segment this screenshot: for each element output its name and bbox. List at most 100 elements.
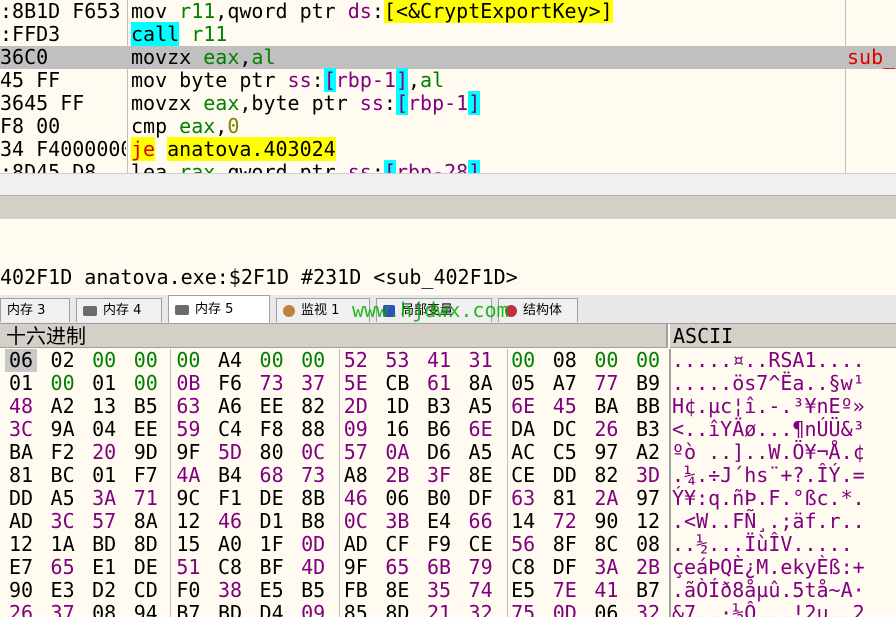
hex-byte[interactable]: 01 xyxy=(88,372,120,395)
tab-memory-view[interactable]: 内存 3 xyxy=(0,298,70,322)
hex-byte[interactable]: 3A xyxy=(590,556,622,579)
hex-byte[interactable]: 12 xyxy=(5,533,37,556)
hex-byte[interactable]: 09 xyxy=(340,418,372,441)
hex-byte[interactable]: 00 xyxy=(297,349,329,372)
hex-byte[interactable]: 26 xyxy=(5,602,37,617)
hex-byte[interactable]: 46 xyxy=(340,487,372,510)
hex-byte[interactable]: 53 xyxy=(381,349,413,372)
hex-byte[interactable]: F7 xyxy=(130,464,162,487)
hex-byte[interactable]: D4 xyxy=(256,602,288,617)
disassembly-row[interactable]: F8 00 cmp eax,0 xyxy=(0,115,896,138)
hex-byte[interactable]: BA xyxy=(5,441,37,464)
hex-byte[interactable]: 7E xyxy=(549,579,581,602)
hex-byte[interactable]: BF xyxy=(256,556,288,579)
hex-byte[interactable]: 8F xyxy=(549,533,581,556)
hex-byte[interactable]: 9C xyxy=(172,487,204,510)
hex-byte[interactable]: B3 xyxy=(632,418,664,441)
hex-byte[interactable]: 65 xyxy=(381,556,413,579)
hex-byte[interactable]: 73 xyxy=(297,464,329,487)
hex-byte[interactable]: 00 xyxy=(88,349,120,372)
hex-byte[interactable]: BD xyxy=(88,533,120,556)
hex-byte[interactable]: 52 xyxy=(340,349,372,372)
hex-byte[interactable]: B0 xyxy=(423,487,455,510)
hex-byte[interactable]: A0 xyxy=(214,533,246,556)
hex-byte[interactable]: 45 xyxy=(549,395,581,418)
hex-byte[interactable]: BD xyxy=(214,602,246,617)
hex-byte[interactable]: 85 xyxy=(340,602,372,617)
hex-byte[interactable]: AD xyxy=(340,533,372,556)
hex-byte[interactable]: C8 xyxy=(214,556,246,579)
hex-byte[interactable]: E7 xyxy=(5,556,37,579)
hex-byte[interactable]: E4 xyxy=(423,510,455,533)
hex-byte[interactable]: 38 xyxy=(214,579,246,602)
tab-active-memory-view[interactable]: 内存 5 xyxy=(168,295,270,323)
hex-byte[interactable]: 20 xyxy=(88,441,120,464)
hex-byte[interactable]: B3 xyxy=(423,395,455,418)
hex-byte[interactable]: 0A xyxy=(381,441,413,464)
hex-byte[interactable]: 63 xyxy=(172,395,204,418)
hex-byte[interactable]: 35 xyxy=(423,579,455,602)
hex-byte[interactable]: 80 xyxy=(256,441,288,464)
hex-byte[interactable]: 0D xyxy=(297,533,329,556)
hex-byte[interactable]: 0D xyxy=(549,602,581,617)
hex-byte[interactable]: 05 xyxy=(507,372,539,395)
disassembly-row[interactable]: :FFD3 call r11 xyxy=(0,22,896,46)
hex-byte[interactable]: 0B xyxy=(172,372,204,395)
hex-byte[interactable]: 9F xyxy=(340,556,372,579)
disassembly-row[interactable]: 34 F4000000 je anatova.403024 xyxy=(0,137,896,161)
hex-byte[interactable]: F9 xyxy=(423,533,455,556)
hex-byte[interactable]: 5E xyxy=(340,372,372,395)
hex-byte[interactable]: 15 xyxy=(172,533,204,556)
hex-byte[interactable]: 00 xyxy=(256,349,288,372)
hex-byte[interactable]: 94 xyxy=(130,602,162,617)
hex-byte[interactable]: DD xyxy=(5,487,37,510)
hex-byte[interactable]: 66 xyxy=(465,510,497,533)
hex-byte[interactable]: A2 xyxy=(47,395,79,418)
hex-byte[interactable]: 8D xyxy=(381,602,413,617)
hex-byte[interactable]: 00 xyxy=(47,372,79,395)
hex-byte[interactable]: 63 xyxy=(507,487,539,510)
disassembly-row[interactable]: 45 FF mov byte ptr ss:[rbp-1],al xyxy=(0,68,896,92)
hex-byte[interactable]: B9 xyxy=(632,372,664,395)
hex-byte[interactable]: 8B xyxy=(297,487,329,510)
hex-byte[interactable]: B7 xyxy=(172,602,204,617)
hex-byte[interactable]: CB xyxy=(381,372,413,395)
hex-byte[interactable]: 06 xyxy=(5,349,37,372)
hex-byte[interactable]: F8 xyxy=(256,418,288,441)
hex-byte[interactable]: 2B xyxy=(632,556,664,579)
disassembly-row[interactable]: :8D45 D8 lea rax,qword ptr ss:[rbp-28] xyxy=(0,160,896,173)
hex-byte[interactable]: 5D xyxy=(214,441,246,464)
hex-byte[interactable]: 04 xyxy=(88,418,120,441)
hex-byte[interactable]: 37 xyxy=(47,602,79,617)
hex-byte[interactable]: B8 xyxy=(297,510,329,533)
hex-byte[interactable]: 0C xyxy=(297,441,329,464)
hex-byte[interactable]: 65 xyxy=(47,556,79,579)
hex-byte[interactable]: CE xyxy=(465,533,497,556)
hex-byte[interactable]: 57 xyxy=(88,510,120,533)
hex-byte[interactable]: 4D xyxy=(297,556,329,579)
hex-byte[interactable]: B5 xyxy=(297,579,329,602)
hex-byte[interactable]: EE xyxy=(130,418,162,441)
hex-byte[interactable]: 97 xyxy=(590,441,622,464)
hex-byte[interactable]: 77 xyxy=(590,372,622,395)
hex-byte[interactable]: 01 xyxy=(88,464,120,487)
hex-byte[interactable]: 81 xyxy=(549,487,581,510)
hex-byte[interactable]: F6 xyxy=(214,372,246,395)
hex-byte[interactable]: 90 xyxy=(590,510,622,533)
hex-byte[interactable]: DF xyxy=(465,487,497,510)
hex-byte[interactable]: 57 xyxy=(340,441,372,464)
tab-memory-view[interactable]: 结构体 xyxy=(498,298,578,322)
hex-byte[interactable]: 46 xyxy=(214,510,246,533)
hex-byte[interactable]: 9D xyxy=(130,441,162,464)
hex-byte[interactable]: DD xyxy=(549,464,581,487)
hex-byte[interactable]: 8C xyxy=(590,533,622,556)
hex-byte[interactable]: 4A xyxy=(172,464,204,487)
hex-byte[interactable]: E1 xyxy=(88,556,120,579)
hex-byte[interactable]: 00 xyxy=(590,349,622,372)
hex-byte[interactable]: 00 xyxy=(130,349,162,372)
hex-byte[interactable]: 6E xyxy=(507,395,539,418)
hex-byte[interactable]: DE xyxy=(256,487,288,510)
hex-byte[interactable]: 06 xyxy=(590,602,622,617)
hex-byte[interactable]: 72 xyxy=(549,510,581,533)
hex-byte[interactable]: D2 xyxy=(88,579,120,602)
